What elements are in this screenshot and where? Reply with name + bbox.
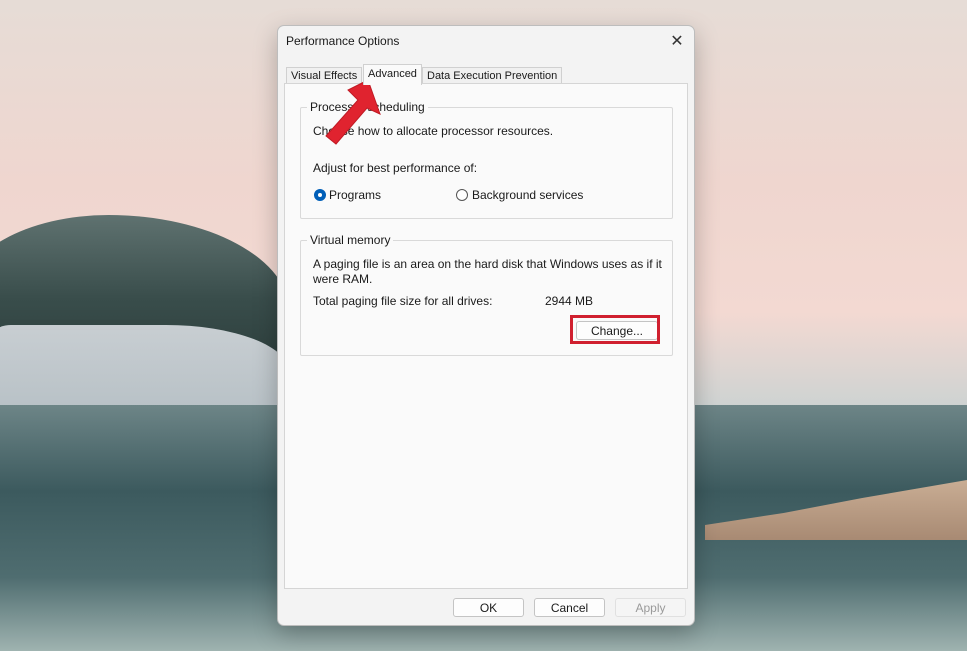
- background-services-radio[interactable]: [456, 189, 468, 201]
- background-snowfield: [0, 325, 290, 405]
- programs-radio[interactable]: [314, 189, 326, 201]
- close-icon: ✕: [670, 33, 684, 50]
- tab-advanced[interactable]: Advanced: [363, 64, 422, 85]
- background-services-radio-label[interactable]: Background services: [472, 188, 583, 202]
- close-button[interactable]: ✕: [666, 30, 688, 52]
- programs-radio-label[interactable]: Programs: [329, 188, 381, 202]
- virtual-memory-label: Virtual memory: [307, 233, 394, 247]
- annotation-arrow-icon: [325, 79, 381, 145]
- apply-button[interactable]: Apply: [615, 598, 686, 617]
- total-paging-value: 2944 MB: [545, 294, 594, 308]
- cancel-button[interactable]: Cancel: [534, 598, 605, 617]
- total-paging-label: Total paging file size for all drives:: [313, 294, 493, 308]
- window-title: Performance Options: [286, 34, 400, 48]
- ok-button[interactable]: OK: [453, 598, 524, 617]
- virtual-memory-description-line1: A paging file is an area on the hard dis…: [313, 257, 662, 271]
- change-button-highlight: [570, 315, 660, 344]
- title-bar[interactable]: Performance Options ✕: [278, 26, 694, 56]
- virtual-memory-description-line2: were RAM.: [313, 272, 373, 286]
- adjust-label: Adjust for best performance of:: [313, 161, 478, 175]
